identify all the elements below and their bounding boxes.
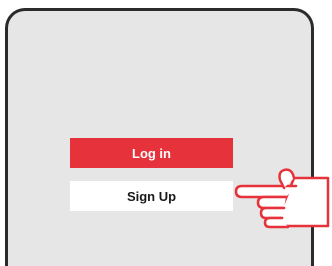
pointing-hand-icon	[234, 168, 330, 229]
signup-button-label: Sign Up	[126, 188, 177, 204]
login-button-label: Log in	[132, 145, 171, 161]
signup-button[interactable]: Sign Up	[70, 181, 233, 211]
login-button[interactable]: Log in	[70, 138, 233, 168]
